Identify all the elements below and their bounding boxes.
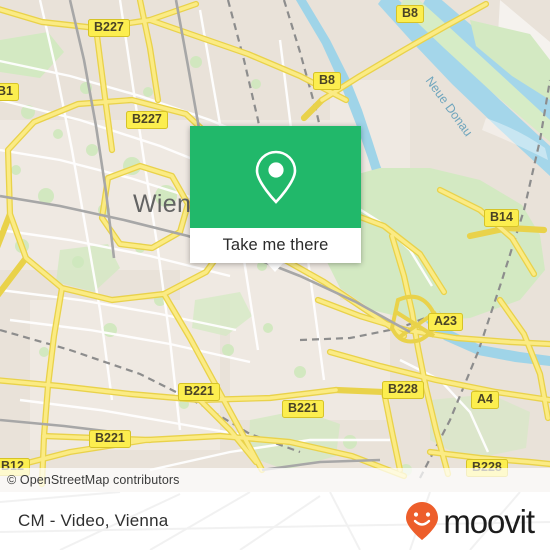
attribution-text: © OpenStreetMap contributors xyxy=(7,473,180,487)
moovit-pin-icon xyxy=(406,502,439,540)
road-shield-b221-lower: B221 xyxy=(282,400,324,419)
road-shield-b221-mid: B221 xyxy=(178,383,220,402)
moovit-brand[interactable]: moovit xyxy=(404,501,535,541)
location-callout[interactable]: Take me there xyxy=(190,126,361,263)
map-city-label: Wien xyxy=(133,190,192,218)
road-shield-b14: B14 xyxy=(484,209,519,228)
road-shield-b8-west: B8 xyxy=(313,72,341,91)
road-shield-b227-west: B227 xyxy=(126,111,168,130)
road-shield-a4: A4 xyxy=(471,391,499,410)
road-shield-a23: A23 xyxy=(428,313,463,332)
take-me-there-button[interactable]: Take me there xyxy=(190,228,361,263)
callout-pin-area xyxy=(190,126,361,228)
map-attribution: © OpenStreetMap contributors xyxy=(0,468,550,492)
place-title: CM - Video, Vienna xyxy=(18,511,169,530)
road-shield-b221-west: B221 xyxy=(89,430,131,449)
road-shield-b1: B1 xyxy=(0,83,19,102)
road-shield-b8-north: B8 xyxy=(396,5,424,24)
map-pin-icon xyxy=(255,150,296,204)
footer-bar: CM - Video, Vienna moovit xyxy=(0,492,550,550)
take-me-there-label: Take me there xyxy=(222,236,329,254)
road-shield-b227-north: B227 xyxy=(88,19,130,38)
map-screenshot-root: Wien Neue Donau B227 B8 B8 B227 B1 B14 A… xyxy=(0,0,550,550)
moovit-wordmark: moovit xyxy=(443,502,535,540)
road-shield-b228-upper: B228 xyxy=(382,381,424,400)
